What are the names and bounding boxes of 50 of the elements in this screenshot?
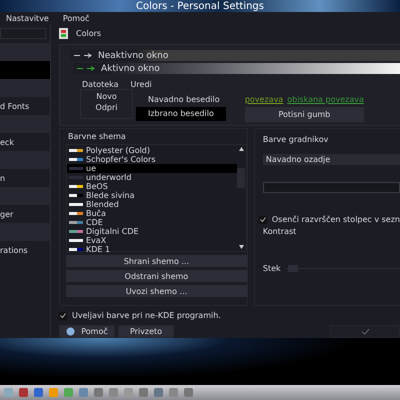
- sidebar-item[interactable]: [0, 43, 50, 61]
- slider-label: Stek: [262, 264, 281, 273]
- palette-icon: [59, 28, 68, 38]
- menu-item[interactable]: Nastavitve: [6, 14, 49, 22]
- window-buttons-icon: [77, 66, 95, 71]
- scheme-item[interactable]: BeOS: [67, 182, 237, 191]
- checkbox-label: Uveljavi barve pri ne-KDE programih.: [72, 311, 221, 320]
- scroll-up-icon[interactable]: [238, 147, 244, 151]
- module-title: Colors: [76, 28, 102, 38]
- dialog-button[interactable]: Privzeto: [118, 325, 174, 338]
- contrast-label: Kontrast: [262, 227, 298, 236]
- sidebar-item[interactable]: [0, 61, 50, 79]
- window-buttons-icon: [74, 53, 92, 58]
- menu-item[interactable]: Pomoč: [62, 14, 90, 22]
- scheme-item[interactable]: Schopfer's Colors: [67, 155, 237, 164]
- inactive-titlebar: Neaktivno okno: [70, 50, 400, 61]
- scheme-button[interactable]: Uvozi shemo ...: [66, 285, 247, 297]
- checkmark-icon: [360, 328, 370, 335]
- scheme-item[interactable]: CDE: [67, 218, 237, 227]
- group-title: Barvne shema: [68, 132, 127, 141]
- scheme-button[interactable]: Odstrani shemo: [66, 270, 247, 282]
- scheme-item[interactable]: ue: [67, 164, 237, 173]
- scheme-item[interactable]: EvaX: [67, 236, 237, 245]
- scheme-item[interactable]: Blede sivina: [67, 191, 237, 200]
- group-title: Barve gradnikov: [262, 135, 330, 144]
- preview-menu-entry: Novo: [96, 92, 117, 101]
- color-field[interactable]: [262, 182, 400, 193]
- scheme-item[interactable]: Digitalni CDE: [67, 227, 237, 236]
- help-icon: [66, 327, 76, 336]
- scheme-item[interactable]: underworld: [67, 173, 237, 182]
- checkbox[interactable]: [59, 312, 67, 320]
- scheme-item[interactable]: Polyester (Gold): [67, 146, 237, 155]
- dialog-button[interactable]: Pomoč: [59, 325, 115, 338]
- window-title: Colors - Personal Settings: [136, 0, 264, 12]
- scheme-item[interactable]: Buča: [67, 209, 237, 218]
- scroll-down-icon[interactable]: [238, 245, 244, 249]
- normal-text: Navadno besedilo: [147, 95, 221, 104]
- scrollbar-thumb[interactable]: [237, 168, 246, 188]
- preview-menu-entry: Odpri: [96, 103, 118, 112]
- selected-text: Izbrano besedilo: [136, 107, 226, 121]
- sidebar-item[interactable]: [0, 79, 50, 97]
- scrollbar[interactable]: [236, 145, 246, 251]
- active-titlebar: Aktivno okno: [73, 63, 400, 74]
- push-button[interactable]: Potisni gumb: [244, 107, 364, 122]
- scheme-item[interactable]: Blended: [67, 200, 237, 209]
- checkbox-label: Osenči razvrščen stolpec v sezn: [272, 215, 400, 224]
- scheme-item[interactable]: KDE 1: [67, 245, 237, 254]
- scheme-button[interactable]: Shrani shemo ...: [66, 255, 247, 267]
- checkbox[interactable]: [258, 216, 267, 224]
- widget-combo[interactable]: Navadno ozadje: [262, 154, 400, 165]
